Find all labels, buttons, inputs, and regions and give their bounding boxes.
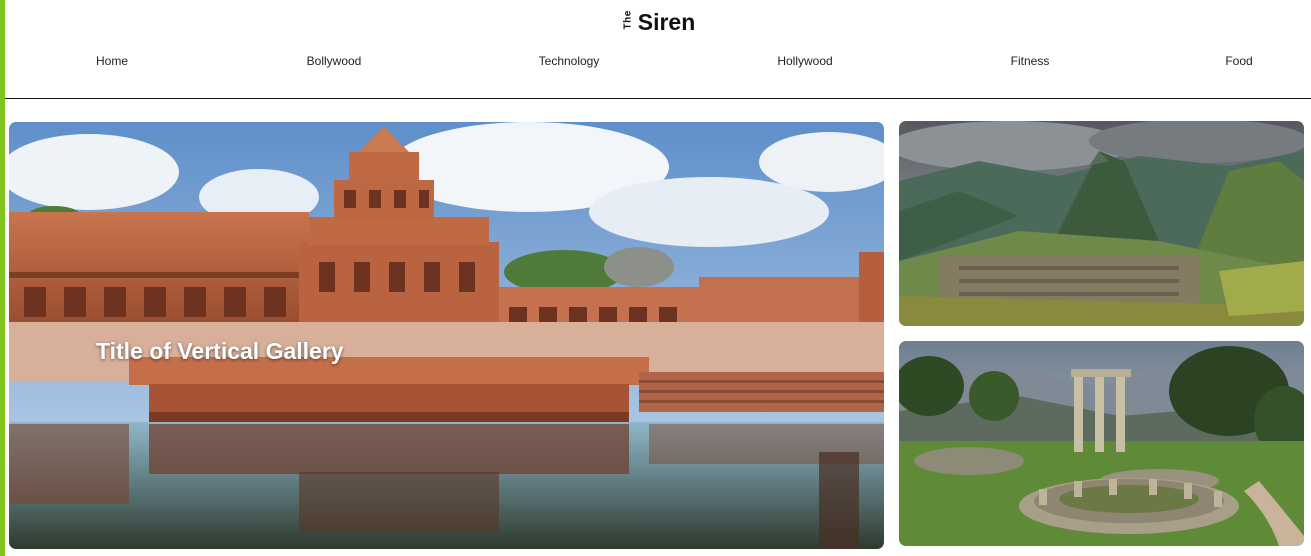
mountain-ruins-image [899, 121, 1304, 326]
temple-ruins-image [899, 341, 1304, 546]
nav-item-home[interactable]: Home [96, 54, 128, 68]
nav-item-fitness[interactable]: Fitness [1011, 54, 1050, 68]
gallery-title[interactable]: Title of Vertical Gallery [96, 338, 344, 365]
palace-image [9, 122, 884, 549]
header-divider [5, 98, 1311, 99]
nav-item-technology[interactable]: Technology [539, 54, 600, 68]
gallery-side-card-1[interactable] [899, 121, 1304, 326]
site-header: The Siren Home Bollywood Technology Holl… [5, 0, 1311, 99]
main-nav: Home Bollywood Technology Hollywood Fitn… [5, 54, 1311, 68]
nav-item-food[interactable]: Food [1225, 54, 1252, 68]
logo-small-text: The [622, 10, 634, 30]
site-logo[interactable]: The Siren [5, 9, 1311, 36]
gallery-main-card[interactable]: Title of Vertical Gallery [9, 122, 884, 549]
gallery-side-card-2[interactable] [899, 341, 1304, 546]
nav-item-hollywood[interactable]: Hollywood [777, 54, 832, 68]
nav-item-bollywood[interactable]: Bollywood [307, 54, 362, 68]
logo-main-text: Siren [637, 9, 696, 35]
